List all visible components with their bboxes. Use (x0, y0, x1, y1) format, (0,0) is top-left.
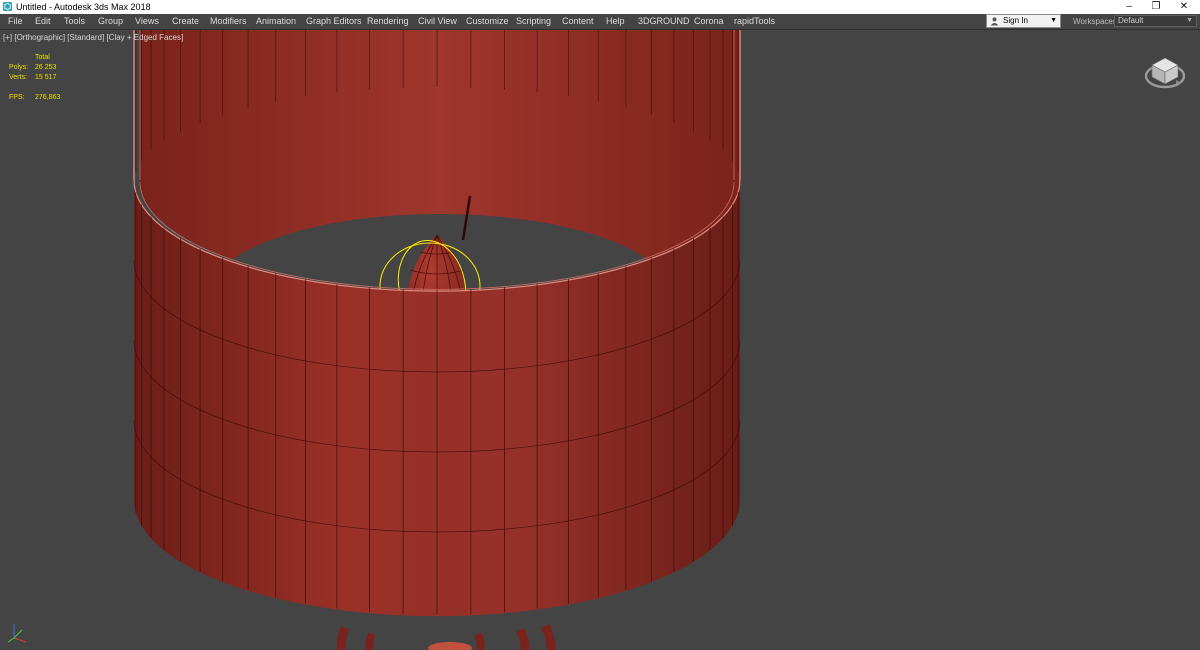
menu-graph-editors[interactable]: Graph Editors (306, 14, 362, 29)
workspaces-select[interactable]: Default ▼ (1114, 15, 1197, 27)
verts-value: 15 517 (35, 74, 57, 81)
user-icon (990, 17, 999, 26)
title-bar: Untitled - Autodesk 3ds Max 2018 – ❐ ✕ (0, 0, 1200, 15)
menu-edit[interactable]: Edit (35, 14, 51, 29)
menu-scripting[interactable]: Scripting (516, 14, 551, 29)
viewport-label: [+] [Orthographic] [Standard] [Clay + Ed… (3, 33, 183, 42)
viewport-menu-plus[interactable]: [+] (3, 33, 12, 42)
viewport-menu-view[interactable]: [Orthographic] (14, 33, 65, 42)
window-title: Untitled - Autodesk 3ds Max 2018 (16, 2, 151, 12)
maximize-button[interactable]: ❐ (1143, 0, 1169, 14)
menu-animation[interactable]: Animation (256, 14, 296, 29)
menu-civil-view[interactable]: Civil View (418, 14, 457, 29)
menu-customize[interactable]: Customize (466, 14, 509, 29)
scene-statistics: Total Polys: 26 253 Verts: 15 517 FPS: 2… (9, 53, 89, 103)
polys-label: Polys: (9, 64, 29, 71)
menu-views[interactable]: Views (135, 14, 159, 29)
perspective-viewport[interactable]: [+] [Orthographic] [Standard] [Clay + Ed… (0, 30, 1200, 650)
fps-label: FPS: (9, 94, 25, 101)
workspaces-value: Default (1118, 16, 1144, 25)
axis-tripod-icon (7, 624, 27, 643)
menu-tools[interactable]: Tools (64, 14, 85, 29)
chevron-down-icon: ▼ (1186, 17, 1193, 24)
menu-rapidtools[interactable]: rapidTools (734, 14, 775, 29)
menu-3dground[interactable]: 3DGROUND (638, 14, 690, 29)
viewport-menu-mode[interactable]: [Clay + Edged Faces] (106, 33, 183, 42)
minimize-button[interactable]: – (1116, 0, 1142, 14)
viewcube-icon[interactable] (1143, 50, 1187, 94)
menu-rendering[interactable]: Rendering (367, 14, 409, 29)
stats-header: Total (35, 54, 50, 61)
viewport-menu-shading[interactable]: [Standard] (67, 33, 104, 42)
menu-help[interactable]: Help (606, 14, 625, 29)
menu-content[interactable]: Content (562, 14, 594, 29)
chevron-down-icon: ▼ (1050, 17, 1057, 24)
verts-label: Verts: (9, 74, 27, 81)
menu-modifiers[interactable]: Modifiers (210, 14, 247, 29)
workspaces-label: Workspaces: (1073, 17, 1120, 26)
sign-in-dropdown[interactable]: Sign In ▼ (986, 14, 1061, 28)
menu-file[interactable]: File (8, 14, 23, 29)
menu-group[interactable]: Group (98, 14, 123, 29)
polys-value: 26 253 (35, 64, 57, 71)
fps-value: 276,863 (35, 94, 61, 101)
close-button[interactable]: ✕ (1171, 0, 1197, 14)
3dsmax-icon (3, 2, 12, 11)
sign-in-label: Sign In (1003, 16, 1028, 25)
menu-create[interactable]: Create (172, 14, 199, 29)
lamp-legs[interactable] (336, 623, 556, 650)
app-window: Untitled - Autodesk 3ds Max 2018 – ❐ ✕ F… (0, 0, 1200, 650)
menu-corona[interactable]: Corona (694, 14, 724, 29)
viewport-scene (133, 30, 741, 650)
